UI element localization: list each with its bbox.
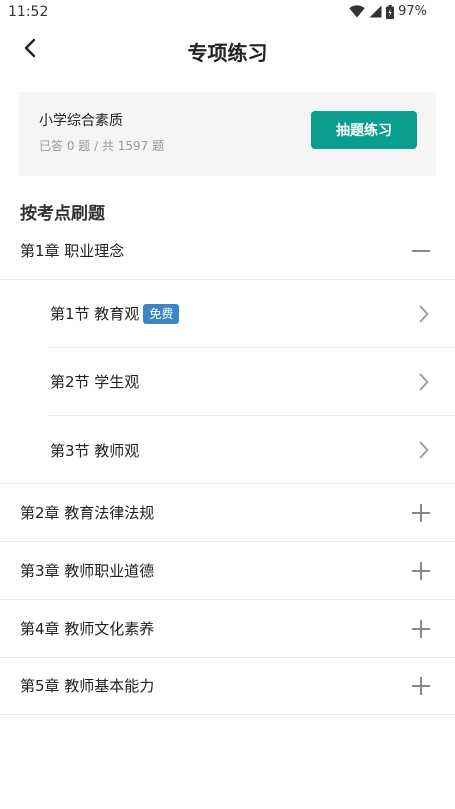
status-icons: 97% (349, 4, 427, 19)
section-name: 第2节 学生观 (50, 373, 140, 391)
plus-icon[interactable] (409, 484, 433, 541)
chapter-row-2[interactable]: 第2章 教育法律法规 (0, 484, 455, 542)
chapter-label: 第2章 教育法律法规 (20, 504, 155, 522)
battery-icon (386, 4, 395, 19)
chevron-right-icon (419, 416, 429, 484)
chapter-row-5[interactable]: 第5章 教师基本能力 (0, 657, 455, 715)
summary-card: 小学综合素质 已答 0 题 / 共 1597 题 抽题练习 (19, 92, 436, 176)
battery-percent: 97% (398, 4, 427, 19)
status-time: 11:52 (8, 4, 49, 20)
section-heading: 按考点刷题 (20, 204, 105, 224)
section-label: 第1节 教育观 免费 (50, 280, 180, 347)
signal-icon (369, 5, 382, 18)
card-progress: 已答 0 题 / 共 1597 题 (39, 139, 165, 153)
chapter-row-3[interactable]: 第3章 教师职业道德 (0, 542, 455, 600)
minus-icon[interactable] (409, 222, 433, 279)
chapter-row-4[interactable]: 第4章 教师文化素养 (0, 600, 455, 658)
section-row-2[interactable]: 第2节 学生观 (48, 348, 455, 416)
plus-icon[interactable] (409, 542, 433, 599)
plus-icon[interactable] (409, 600, 433, 657)
card-title: 小学综合素质 (39, 113, 123, 129)
plus-icon[interactable] (409, 657, 433, 714)
chapter-row-1[interactable]: 第1章 职业理念 (0, 222, 455, 280)
chevron-right-icon (419, 348, 429, 415)
section-row-1[interactable]: 第1节 教育观 免费 (48, 280, 455, 348)
random-practice-button[interactable]: 抽题练习 (311, 111, 417, 149)
wifi-icon (349, 5, 365, 18)
page-title: 专项练习 (187, 41, 268, 65)
nav-bar: 专项练习 (0, 26, 455, 74)
chapter-label: 第3章 教师职业道德 (20, 562, 155, 580)
section-row-3[interactable]: 第3节 教师观 (48, 416, 455, 484)
free-badge: 免费 (143, 303, 180, 324)
section-name: 第3节 教师观 (50, 441, 140, 460)
chevron-right-icon (419, 280, 429, 347)
chapter-label: 第5章 教师基本能力 (20, 677, 155, 695)
status-bar: 11:52 97% (0, 0, 455, 26)
chapter-label: 第1章 职业理念 (20, 242, 125, 260)
section-name: 第1节 教育观 (50, 305, 140, 323)
chapter-label: 第4章 教师文化素养 (20, 620, 155, 638)
